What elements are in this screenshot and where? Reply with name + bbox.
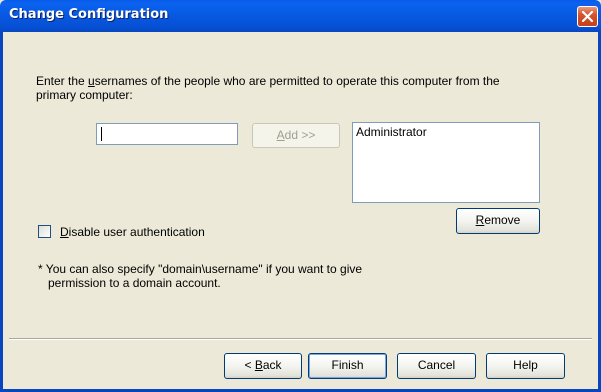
cancel-button[interactable]: Cancel (397, 353, 476, 379)
change-configuration-dialog: Change Configuration Enter the usernames… (0, 0, 601, 392)
instruction-mnemonic: u (88, 74, 95, 88)
permitted-users-list[interactable]: Administrator (352, 122, 540, 203)
instruction-rest: sernames of the people who are permitted… (94, 74, 500, 88)
text-caret (101, 127, 102, 141)
remove-button-mnemonic: R (475, 213, 485, 227)
title-bar[interactable]: Change Configuration (0, 0, 601, 32)
note-line-1: * You can also specify "domain\username"… (38, 262, 363, 276)
domain-note: * You can also specify "domain\username"… (38, 262, 458, 290)
back-button-arrow: < (244, 358, 255, 372)
disable-authentication-checkbox[interactable] (38, 225, 51, 238)
disable-auth-label-text: isable user authentication (68, 225, 205, 239)
list-item[interactable]: Administrator (356, 125, 536, 139)
back-button-label: ack (262, 358, 282, 372)
add-button[interactable]: Add >> (252, 123, 340, 148)
back-button-mnemonic: B (254, 358, 263, 372)
help-button[interactable]: Help (486, 353, 565, 379)
instruction-prefix: Enter the (36, 74, 89, 88)
close-icon (581, 10, 594, 23)
instruction-text: Enter the usernames of the people who ar… (36, 74, 556, 102)
note-line-2: permission to a domain account. (48, 276, 221, 290)
remove-button-label: emove (484, 213, 521, 227)
footer-separator (9, 338, 592, 340)
window-frame-left (0, 32, 3, 392)
window-title: Change Configuration (9, 7, 169, 22)
remove-button[interactable]: Remove (456, 208, 540, 234)
back-button[interactable]: < Back (224, 353, 302, 379)
disable-auth-mnemonic: D (60, 225, 69, 239)
close-button[interactable] (577, 6, 598, 27)
finish-button[interactable]: Finish (308, 353, 387, 379)
username-input[interactable] (96, 123, 238, 145)
instruction-line2: primary computer: (36, 88, 133, 102)
add-button-label: dd >> (284, 128, 316, 142)
add-button-mnemonic: A (276, 128, 285, 142)
disable-authentication-label[interactable]: Disable user authentication (60, 225, 205, 239)
